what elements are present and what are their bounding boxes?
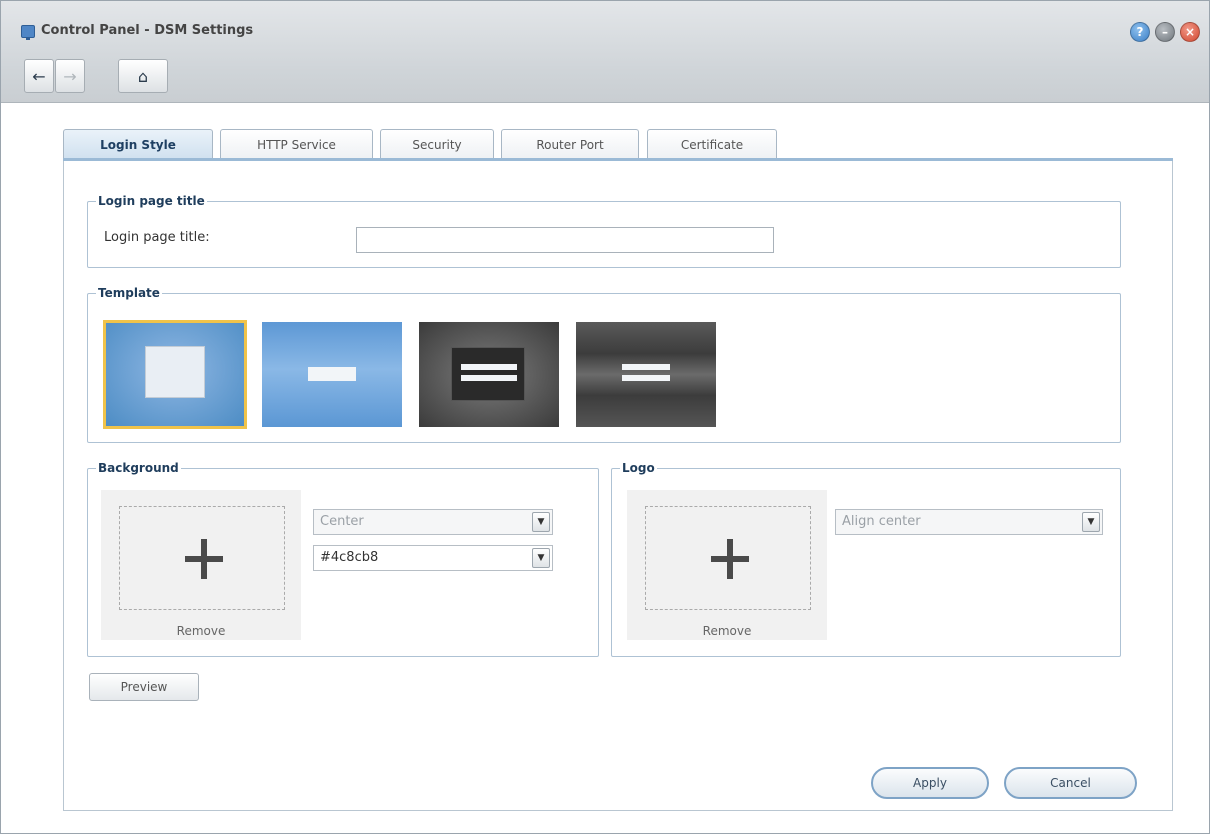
chevron-down-icon[interactable]: ▼ [1082, 512, 1100, 532]
home-icon: ⌂ [137, 66, 149, 86]
template-legend: Template [98, 286, 160, 300]
tab-login-style[interactable]: Login Style [63, 129, 213, 160]
tab-security[interactable]: Security [380, 129, 494, 159]
plus-icon [201, 539, 207, 579]
apply-button[interactable]: Apply [871, 767, 989, 799]
template-login-box [451, 347, 525, 401]
title-bar: Control Panel - DSM Settings ? – × ← → ⌂ [1, 1, 1209, 103]
background-color-value: #4c8cb8 [320, 550, 379, 565]
help-icon[interactable]: ? [1130, 22, 1150, 42]
close-icon[interactable]: × [1180, 22, 1200, 42]
control-panel-icon [21, 25, 35, 40]
control-panel-window: Control Panel - DSM Settings ? – × ← → ⌂… [0, 0, 1210, 834]
minimize-icon[interactable]: – [1155, 22, 1175, 42]
tab-router-port[interactable]: Router Port [501, 129, 639, 159]
login-title-legend: Login page title [98, 194, 205, 208]
chevron-down-icon[interactable]: ▼ [532, 548, 550, 568]
background-position-select[interactable]: Center ▼ [313, 509, 553, 535]
template-field [461, 364, 517, 370]
logo-remove-link[interactable]: Remove [627, 624, 827, 638]
logo-upload[interactable]: Remove [627, 490, 827, 640]
back-button[interactable]: ← [24, 59, 54, 93]
login-title-label: Login page title: [104, 230, 210, 245]
template-field [461, 375, 517, 381]
plus-icon [727, 539, 733, 579]
tab-certificate[interactable]: Certificate [647, 129, 777, 159]
template-thumbnail-2[interactable] [262, 322, 402, 427]
preview-button[interactable]: Preview [89, 673, 199, 701]
logo-legend: Logo [622, 461, 655, 475]
cancel-button[interactable]: Cancel [1004, 767, 1137, 799]
background-color-select[interactable]: #4c8cb8 ▼ [313, 545, 553, 571]
background-remove-link[interactable]: Remove [101, 624, 301, 638]
template-thumbnail-3[interactable] [419, 322, 559, 427]
template-field [622, 375, 670, 381]
background-position-value: Center [320, 514, 364, 529]
background-upload[interactable]: Remove [101, 490, 301, 640]
login-title-input[interactable] [356, 227, 774, 253]
window-title: Control Panel - DSM Settings [41, 23, 254, 38]
template-field [622, 364, 670, 370]
template-login-box [145, 346, 205, 398]
background-legend: Background [98, 461, 179, 475]
logo-drop-zone[interactable] [645, 506, 811, 610]
logo-align-select[interactable]: Align center ▼ [835, 509, 1103, 535]
home-button[interactable]: ⌂ [118, 59, 168, 93]
template-login-bar [308, 367, 356, 381]
chevron-down-icon[interactable]: ▼ [532, 512, 550, 532]
template-thumbnail-1[interactable] [103, 320, 247, 429]
forward-button[interactable]: → [55, 59, 85, 93]
tab-http-service[interactable]: HTTP Service [220, 129, 373, 159]
logo-align-value: Align center [842, 514, 921, 529]
background-drop-zone[interactable] [119, 506, 285, 610]
template-thumbnail-4[interactable] [576, 322, 716, 427]
arrow-right-icon: → [63, 66, 77, 86]
arrow-left-icon: ← [32, 66, 46, 86]
